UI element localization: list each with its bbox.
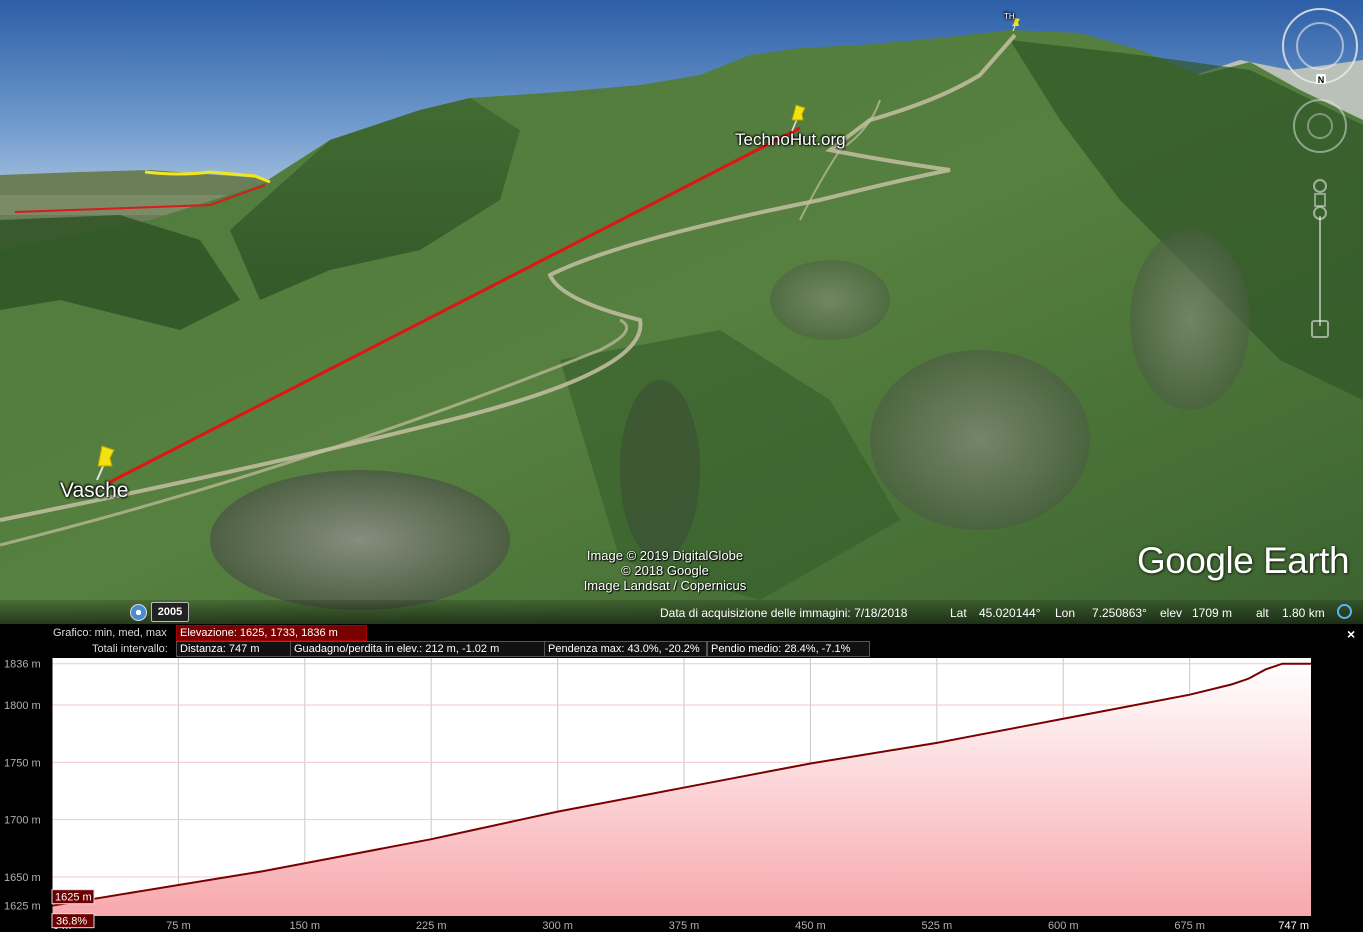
- imagery-attribution: Image © 2019 DigitalGlobe © 2018 Google …: [540, 548, 790, 593]
- pushpin-icon[interactable]: [92, 444, 122, 482]
- terrain-imagery[interactable]: [0, 0, 1363, 624]
- cursor-elevation-label: 1625 m: [55, 892, 92, 904]
- attribution-line: Image Landsat / Copernicus: [583, 578, 747, 593]
- elev-label: elev: [1160, 606, 1183, 620]
- lat-value: 45.020144°: [979, 606, 1041, 620]
- y-tick-label: 1700 m: [4, 815, 41, 827]
- elevation-chart[interactable]: 1625 m1650 m1700 m1750 m1800 m1836 m 0 m…: [0, 654, 1363, 932]
- move-joystick[interactable]: [1293, 99, 1347, 153]
- y-tick-label: 1836 m: [4, 659, 41, 671]
- x-tick-label: 225 m: [416, 920, 447, 932]
- earth-3d-view[interactable]: Vasche TechnoHut.org TH N Image © 2019 D…: [0, 0, 1363, 624]
- look-joystick[interactable]: [1282, 8, 1358, 84]
- placemark-label[interactable]: TechnoHut.org: [735, 130, 846, 150]
- elevation-profile-panel: Grafico: min, med, max Elevazione: 1625,…: [0, 624, 1363, 932]
- pushpin-icon[interactable]: [788, 104, 810, 132]
- compass-north-icon[interactable]: N: [1316, 74, 1326, 85]
- x-tick-label: 600 m: [1048, 920, 1079, 932]
- rock-outcrop: [620, 380, 700, 560]
- attribution-line: © 2018 Google: [621, 563, 709, 578]
- x-axis-ticks: 0 m75 m150 m225 m300 m375 m450 m525 m600…: [53, 920, 1309, 932]
- y-axis-ticks: 1625 m 1650 m 1700 m 1750 m 1800 m 1836 m: [4, 659, 41, 913]
- street-view-pegman-icon[interactable]: [1313, 179, 1327, 207]
- placemark-label[interactable]: TH: [1004, 12, 1015, 21]
- y-tick-label: 1800 m: [4, 700, 41, 712]
- x-tick-label: 300 m: [542, 920, 573, 932]
- rock-outcrop: [770, 260, 890, 340]
- x-tick-label: 525 m: [922, 920, 953, 932]
- alt-value: 1.80 km: [1282, 606, 1325, 620]
- lon-value: 7.250863°: [1092, 606, 1147, 620]
- y-tick-label: 1650 m: [4, 872, 41, 884]
- elevation-stat-box[interactable]: Elevazione: 1625, 1733, 1836 m: [176, 625, 367, 641]
- y-tick-label: 1625 m: [4, 901, 41, 913]
- acquisition-date: Data di acquisizione delle immagini: 7/1…: [660, 606, 908, 620]
- x-tick-label: 450 m: [795, 920, 826, 932]
- x-tick-label: 375 m: [669, 920, 700, 932]
- y-tick-label: 1750 m: [4, 757, 41, 769]
- rock-outcrop: [210, 470, 510, 610]
- status-bar: 2005 Data di acquisizione delle immagini…: [0, 600, 1363, 624]
- historical-year-button[interactable]: 2005: [151, 602, 189, 622]
- elev-value: 1709 m: [1192, 606, 1233, 620]
- lat-label: Lat: [950, 606, 967, 620]
- navigation-controls[interactable]: N: [1280, 6, 1360, 346]
- attribution-line: Image © 2019 DigitalGlobe: [586, 548, 744, 563]
- google-earth-logo: Google Earth: [1137, 540, 1350, 581]
- placemark-label[interactable]: Vasche: [60, 479, 129, 503]
- streaming-progress-icon: [1337, 604, 1352, 619]
- svg-text:N: N: [1318, 75, 1325, 85]
- x-tick-label: 75 m: [166, 920, 190, 932]
- rock-outcrop: [1130, 230, 1250, 410]
- rock-outcrop: [870, 350, 1090, 530]
- zoom-slider[interactable]: [1311, 206, 1329, 338]
- x-tick-label: 747 m: [1278, 920, 1309, 932]
- historical-imagery-icon[interactable]: [130, 604, 147, 621]
- cursor-slope-label: 36.8%: [56, 916, 87, 928]
- alt-label: alt: [1256, 606, 1269, 620]
- close-profile-button[interactable]: ×: [1347, 626, 1355, 642]
- x-tick-label: 675 m: [1174, 920, 1205, 932]
- x-tick-label: 150 m: [290, 920, 321, 932]
- lon-label: Lon: [1055, 606, 1076, 620]
- graph-label: Grafico: min, med, max: [53, 627, 167, 639]
